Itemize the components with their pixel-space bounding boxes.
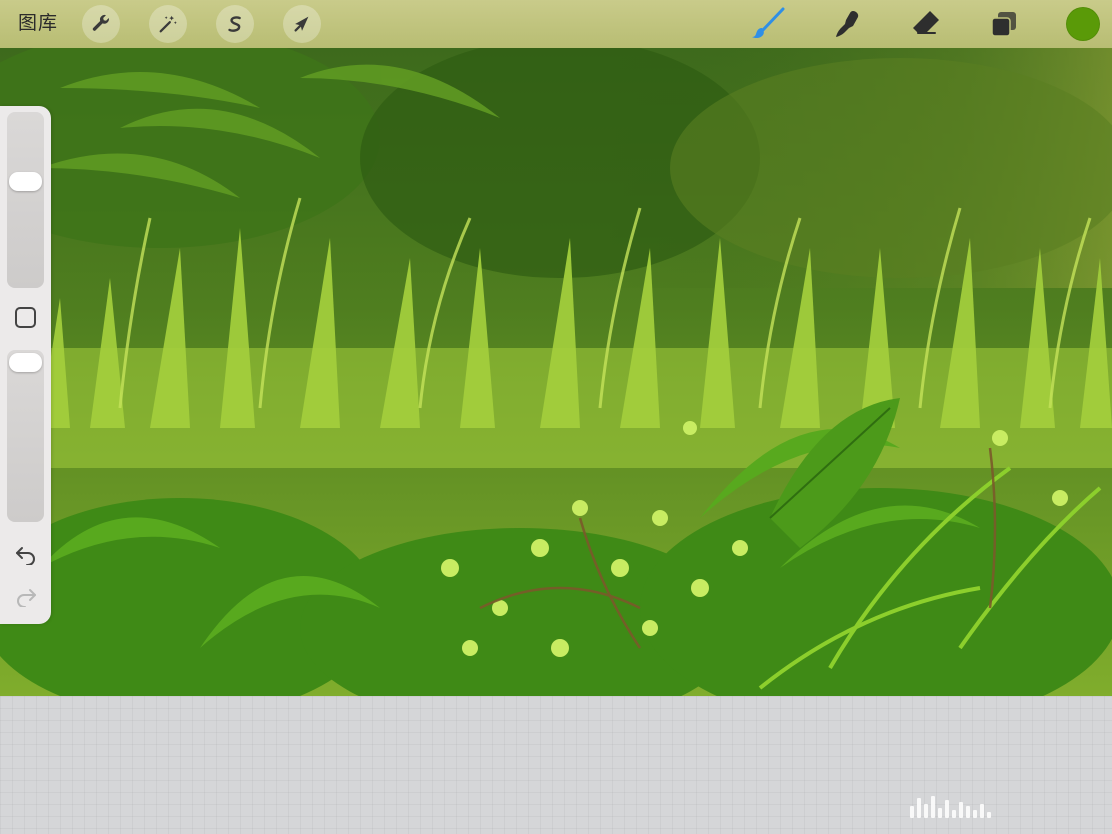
transform-button[interactable] [283, 5, 321, 43]
smudge-finger-icon [836, 11, 859, 37]
brush-size-thumb[interactable] [9, 171, 42, 191]
color-swatch-button[interactable] [1066, 7, 1100, 41]
actions-button[interactable] [82, 5, 120, 43]
top-toolbar: 图库 [0, 0, 1112, 48]
modify-button[interactable] [15, 307, 36, 328]
selection-button[interactable] [216, 5, 254, 43]
redo-button[interactable] [12, 586, 40, 608]
brush-tool-button[interactable] [750, 6, 786, 42]
jungle-artwork [0, 48, 1112, 696]
layers-button[interactable] [986, 6, 1022, 42]
brush-size-slider[interactable] [7, 112, 44, 288]
smudge-tool-button[interactable] [829, 6, 865, 42]
brush-icon [752, 7, 785, 39]
eraser-tool-button[interactable] [908, 6, 944, 42]
wrench-icon [92, 14, 109, 31]
drawing-canvas[interactable] [0, 48, 1112, 696]
magic-wand-icon [159, 15, 177, 33]
watermark [910, 792, 1100, 818]
adjustments-button[interactable] [149, 5, 187, 43]
undo-arrow-icon [16, 547, 35, 565]
left-sidebar [0, 106, 51, 624]
layers-icon [991, 12, 1016, 37]
selection-s-icon [228, 16, 241, 32]
gallery-button[interactable]: 图库 [18, 10, 58, 38]
redo-arrow-icon [17, 589, 36, 607]
opacity-thumb[interactable] [9, 353, 42, 373]
eraser-icon [913, 11, 939, 34]
arrow-cursor-icon [294, 16, 309, 32]
opacity-slider[interactable] [7, 350, 44, 522]
undo-button[interactable] [12, 544, 40, 566]
